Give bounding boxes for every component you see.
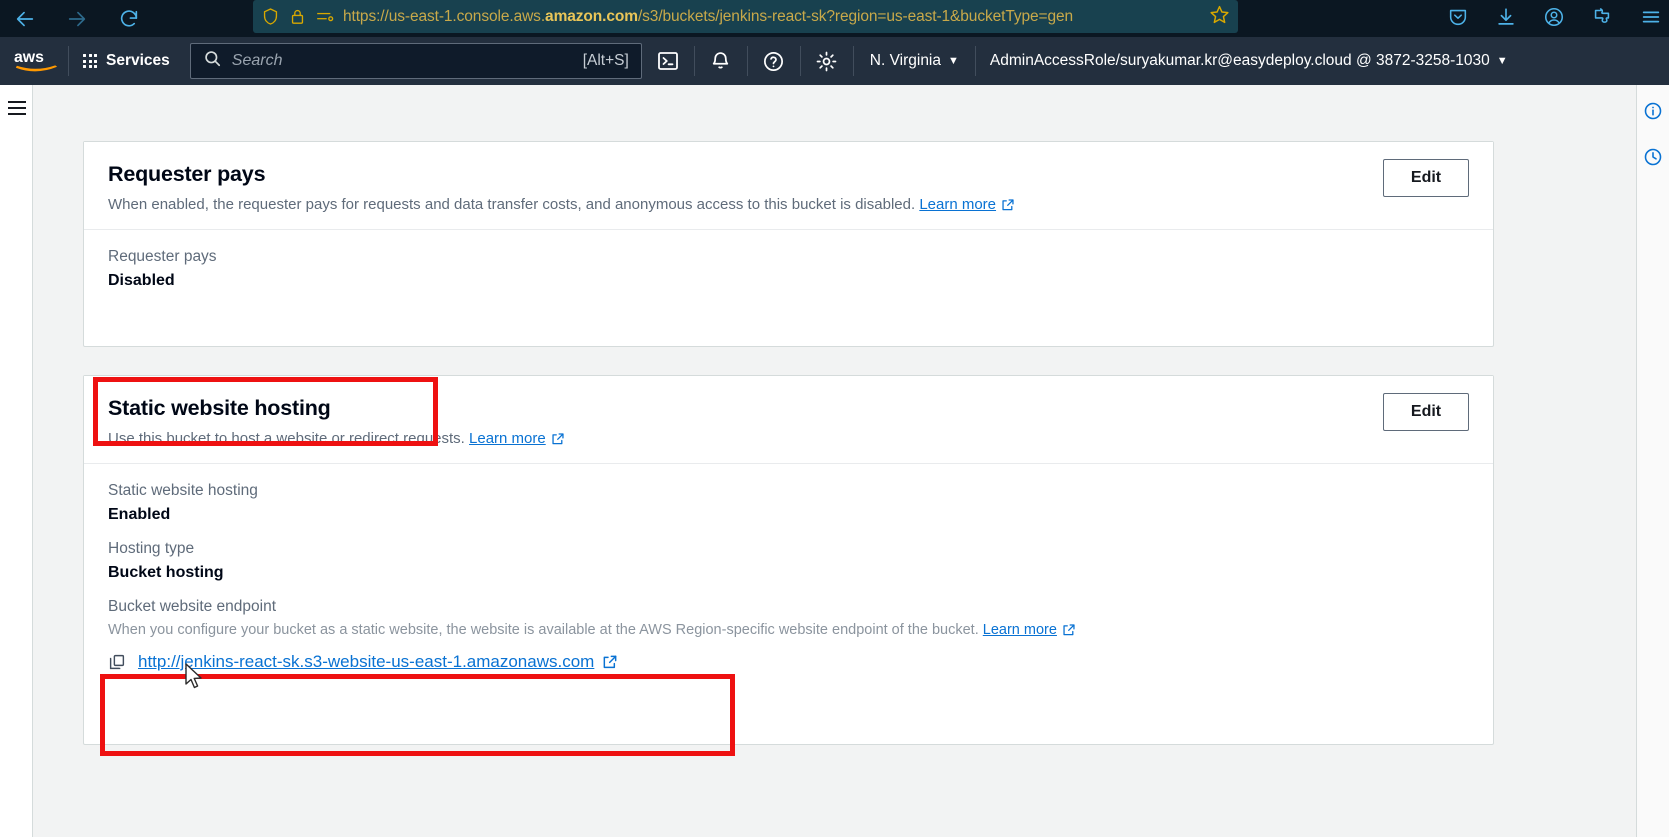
requester-pays-card: Requester pays When enabled, the request… bbox=[83, 141, 1494, 347]
url-suffix: /s3/buckets/jenkins-react-sk?region=us-e… bbox=[637, 7, 1074, 25]
info-icon[interactable] bbox=[1643, 101, 1663, 121]
grid-icon bbox=[83, 54, 97, 68]
search-input[interactable] bbox=[231, 52, 583, 70]
requester-pays-description: When enabled, the requester pays for req… bbox=[108, 196, 1469, 213]
nav-icon-group bbox=[642, 37, 854, 85]
history-icon[interactable] bbox=[1643, 147, 1663, 167]
right-tools-rail bbox=[1636, 85, 1669, 837]
endpoint-note-text: When you configure your bucket as a stat… bbox=[108, 622, 979, 638]
account-label: AdminAccessRole/suryakumar.kr@easydeploy… bbox=[989, 52, 1490, 69]
page-body: Requester pays When enabled, the request… bbox=[0, 85, 1669, 837]
star-icon[interactable] bbox=[1209, 4, 1230, 30]
cloudshell-icon[interactable] bbox=[642, 37, 694, 85]
help-icon[interactable] bbox=[748, 37, 800, 85]
aws-logo[interactable]: aws bbox=[6, 46, 68, 76]
requester-pays-edit-button[interactable]: Edit bbox=[1383, 159, 1469, 197]
external-link-icon bbox=[1062, 623, 1076, 637]
static-website-hosting-description: Use this bucket to host a website or red… bbox=[108, 430, 1469, 447]
downloads-icon[interactable] bbox=[1495, 6, 1517, 28]
external-link-icon bbox=[602, 654, 618, 670]
hosting-type-label: Hosting type bbox=[108, 540, 195, 557]
region-selector[interactable]: N. Virginia ▼ bbox=[854, 37, 975, 85]
static-website-hosting-body: Static website hosting Enabled Hosting t… bbox=[84, 464, 1493, 692]
left-navigation-rail bbox=[0, 85, 33, 837]
url-domain: amazon.com bbox=[545, 7, 638, 25]
requester-pays-field-value: Disabled bbox=[108, 272, 175, 289]
search-icon bbox=[203, 49, 222, 73]
static-website-hosting-edit-button[interactable]: Edit bbox=[1383, 393, 1469, 431]
url-text[interactable]: https://us-east-1.console.aws.amazon.com… bbox=[343, 8, 1196, 26]
menu-icon[interactable] bbox=[1639, 6, 1663, 28]
forward-arrow-icon[interactable] bbox=[62, 4, 92, 34]
url-prefix: https://us-east-1.console.aws. bbox=[343, 7, 546, 25]
requester-pays-description-text: When enabled, the requester pays for req… bbox=[108, 196, 916, 213]
reload-icon[interactable] bbox=[114, 4, 144, 34]
hosting-status-label: Static website hosting bbox=[108, 482, 258, 499]
learn-more-label: Learn more bbox=[469, 430, 546, 447]
browser-toolbar: https://us-east-1.console.aws.amazon.com… bbox=[0, 0, 1669, 37]
services-menu-button[interactable]: Services bbox=[69, 43, 184, 79]
permissions-icon[interactable] bbox=[315, 8, 334, 25]
shield-icon[interactable] bbox=[261, 7, 280, 26]
aws-global-navigation: aws Services [Alt+S] N. Virgini bbox=[0, 37, 1669, 85]
bucket-website-endpoint-note: When you configure your bucket as a stat… bbox=[108, 622, 1469, 638]
chevron-down-icon: ▼ bbox=[948, 54, 959, 67]
external-link-icon bbox=[1001, 198, 1015, 212]
bell-icon[interactable] bbox=[695, 37, 747, 85]
requester-pays-learn-more-link[interactable]: Learn more bbox=[919, 196, 1015, 213]
chevron-down-icon: ▼ bbox=[1496, 54, 1508, 67]
requester-pays-body: Requester pays Disabled bbox=[84, 230, 1493, 310]
copy-icon[interactable] bbox=[108, 653, 126, 671]
search-shortcut-hint: [Alt+S] bbox=[582, 52, 629, 69]
extensions-icon[interactable] bbox=[1591, 6, 1613, 28]
requester-pays-header: Requester pays When enabled, the request… bbox=[84, 142, 1493, 230]
svg-text:aws: aws bbox=[14, 49, 44, 66]
learn-more-label: Learn more bbox=[982, 622, 1057, 638]
lock-icon[interactable] bbox=[289, 8, 306, 25]
bucket-website-endpoint-link[interactable]: http://jenkins-react-sk.s3-website-us-ea… bbox=[138, 652, 618, 672]
gear-icon[interactable] bbox=[801, 37, 853, 85]
requester-pays-field-label: Requester pays bbox=[108, 248, 217, 265]
static-website-hosting-title: Static website hosting bbox=[108, 396, 331, 420]
search-box[interactable]: [Alt+S] bbox=[189, 43, 642, 79]
static-website-hosting-card: Static website hosting Use this bucket t… bbox=[83, 375, 1494, 745]
services-label: Services bbox=[106, 52, 170, 69]
account-icon[interactable] bbox=[1543, 6, 1565, 28]
url-bar[interactable]: https://us-east-1.console.aws.amazon.com… bbox=[253, 0, 1238, 33]
static-website-hosting-description-text: Use this bucket to host a website or red… bbox=[108, 430, 465, 447]
external-link-icon bbox=[551, 432, 565, 446]
bucket-website-endpoint-row: http://jenkins-react-sk.s3-website-us-ea… bbox=[108, 652, 1469, 672]
endpoint-learn-more-link[interactable]: Learn more bbox=[983, 622, 1076, 638]
hamburger-menu-icon[interactable] bbox=[8, 101, 26, 115]
bucket-website-endpoint-label: Bucket website endpoint bbox=[108, 598, 277, 615]
requester-pays-title: Requester pays bbox=[108, 162, 266, 186]
hosting-status-value: Enabled bbox=[108, 506, 171, 523]
browser-toolbar-right bbox=[1447, 0, 1663, 33]
learn-more-label: Learn more bbox=[919, 196, 997, 213]
static-website-hosting-header: Static website hosting Use this bucket t… bbox=[84, 376, 1493, 464]
pocket-icon[interactable] bbox=[1447, 6, 1469, 28]
endpoint-url-text: http://jenkins-react-sk.s3-website-us-ea… bbox=[138, 652, 595, 671]
hosting-type-value: Bucket hosting bbox=[108, 564, 224, 581]
back-arrow-icon[interactable] bbox=[10, 4, 40, 34]
static-website-hosting-learn-more-link[interactable]: Learn more bbox=[469, 430, 565, 447]
account-menu[interactable]: AdminAccessRole/suryakumar.kr@easydeploy… bbox=[976, 37, 1522, 85]
region-label: N. Virginia bbox=[869, 52, 941, 69]
main-content: Requester pays When enabled, the request… bbox=[33, 85, 1569, 837]
